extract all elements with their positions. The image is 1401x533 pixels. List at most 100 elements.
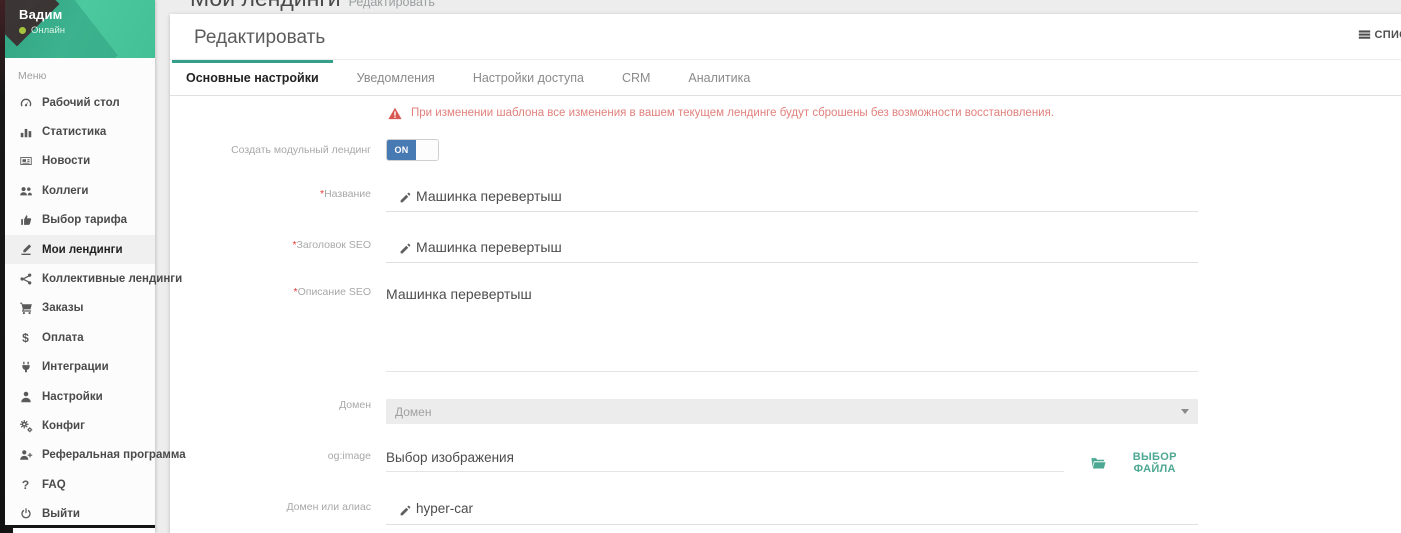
chevron-down-icon — [1181, 409, 1189, 414]
tab-label: Основные настройки — [186, 71, 319, 85]
sidebar-item-label: Статистика — [42, 126, 106, 138]
window-edge — [0, 0, 5, 533]
seo-description-textarea[interactable]: Машинка перевертыш — [386, 286, 1198, 372]
field-label: *Описание SEO — [170, 286, 378, 372]
newspaper-icon — [18, 154, 33, 169]
profile-status: Онлайн — [19, 25, 65, 36]
field-label: og:image — [170, 450, 378, 472]
sidebar-item-integrations[interactable]: Интеграции — [5, 353, 155, 382]
sidebar-item-payment[interactable]: $ Оплата — [5, 323, 155, 352]
warning-icon — [388, 107, 402, 120]
card-title: Редактировать — [194, 27, 325, 49]
question-icon: ? — [18, 478, 33, 492]
edit-landing-icon — [18, 242, 33, 257]
sidebar-item-label: Заказы — [42, 302, 83, 314]
seo-title-row: *Заголовок SEO Машинка перевертыш — [170, 239, 1401, 263]
folder-icon — [1091, 457, 1106, 470]
tab-crm[interactable]: CRM — [608, 60, 664, 95]
tab-label: Аналитика — [688, 71, 750, 85]
pencil-icon — [399, 504, 412, 517]
cart-icon — [18, 301, 33, 316]
user-icon — [18, 389, 33, 404]
breadcrumb: Мои лендингиРедактировать — [190, 0, 435, 12]
sidebar-item-dashboard[interactable]: Рабочий стол — [5, 88, 155, 117]
field-label: *Заголовок SEO — [170, 239, 378, 263]
sidebar-item-label: Мои лендинги — [42, 244, 123, 256]
sidebar-item-label: Коллеги — [42, 185, 88, 197]
tab-label: Уведомления — [357, 71, 435, 85]
sidebar-footer — [5, 525, 155, 533]
sidebar-item-collective-landings[interactable]: Коллективные лендинги — [5, 264, 155, 293]
profile-name: Вадим — [19, 7, 62, 22]
alias-row: Домен или алиас hyper-car — [170, 501, 1401, 525]
name-row: *Название Машинка перевертыш — [170, 188, 1401, 212]
sidebar-item-label: Реферальная программа — [42, 449, 186, 461]
sidebar-item-label: Конфиг — [42, 420, 85, 432]
tab-notifications[interactable]: Уведомления — [343, 60, 449, 95]
name-input[interactable]: Машинка перевертыш — [386, 188, 1198, 212]
toggle-knob — [416, 140, 438, 160]
seo-description-row: *Описание SEO Машинка перевертыш — [170, 286, 1401, 372]
field-label: Домен — [170, 399, 378, 424]
sidebar-item-news[interactable]: Новости — [5, 147, 155, 176]
sidebar-item-label: Выбор тарифа — [42, 214, 127, 226]
plug-icon — [18, 360, 33, 375]
dashboard-icon — [18, 95, 33, 110]
list-button[interactable]: СПИСОК — [1358, 28, 1401, 41]
sidebar-item-label: Выйти — [42, 508, 80, 520]
sidebar-item-colleagues[interactable]: Коллеги — [5, 176, 155, 205]
choose-file-button[interactable]: ВЫБОР ФАЙЛА — [1091, 451, 1198, 475]
sidebar-item-orders[interactable]: Заказы — [5, 294, 155, 323]
dollar-icon: $ — [18, 331, 33, 345]
share-icon — [18, 272, 33, 287]
main-area: Мои лендингиРедактировать Редактировать … — [155, 0, 1401, 533]
warning-text: При изменении шаблона все изменения в ва… — [411, 107, 1054, 119]
modular-landing-toggle[interactable]: ON — [386, 139, 439, 161]
tab-analytics[interactable]: Аналитика — [674, 60, 764, 95]
menu-section-label: Меню — [18, 70, 155, 82]
sidebar-item-config[interactable]: Конфиг — [5, 411, 155, 440]
modular-landing-row: Создать модульный лендинг ON — [170, 139, 1401, 161]
online-dot-icon — [19, 27, 26, 34]
profile-status-label: Онлайн — [31, 25, 65, 36]
domain-row: Домен Домен — [170, 399, 1401, 424]
list-button-label: СПИСОК — [1375, 29, 1401, 41]
form-content: При изменении шаблона все изменения в ва… — [170, 96, 1401, 525]
field-label: Создать модульный лендинг — [170, 144, 378, 157]
pencil-icon — [399, 242, 412, 255]
sidebar-item-faq[interactable]: ? FAQ — [5, 470, 155, 499]
sidebar-item-label: Коллективные лендинги — [42, 273, 182, 285]
power-icon — [18, 507, 33, 522]
alias-input[interactable]: hyper-car — [386, 501, 1198, 525]
sidebar-item-label: Оплата — [42, 332, 84, 344]
sidebar-item-referral[interactable]: Реферальная программа — [5, 441, 155, 470]
editor-card: Редактировать СПИСОК Основные настройки … — [170, 14, 1401, 533]
sidebar-item-label: FAQ — [42, 479, 66, 491]
sidebar-item-tariff[interactable]: Выбор тарифа — [5, 206, 155, 235]
og-image-input[interactable]: Выбор изображения — [386, 450, 1064, 472]
warning-banner: При изменении шаблона все изменения в ва… — [388, 104, 1401, 122]
tab-main-settings[interactable]: Основные настройки — [172, 60, 333, 95]
page-subtitle: Редактировать — [349, 0, 435, 9]
sidebar-item-statistics[interactable]: Статистика — [5, 117, 155, 146]
sidebar-item-label: Рабочий стол — [42, 97, 120, 109]
pencil-icon — [399, 191, 412, 204]
sidebar-item-label: Новости — [42, 155, 90, 167]
sidebar-menu: Рабочий стол Статистика Новости Коллеги … — [5, 88, 155, 529]
list-icon — [1358, 28, 1371, 41]
card-header: Редактировать СПИСОК — [170, 14, 1401, 60]
seo-title-input[interactable]: Машинка перевертыш — [386, 239, 1198, 263]
choose-file-label: ВЫБОР ФАЙЛА — [1112, 451, 1199, 475]
sidebar-item-my-landings[interactable]: Мои лендинги — [5, 235, 155, 264]
tab-label: Настройки доступа — [473, 71, 584, 85]
field-label: Домен или алиас — [170, 501, 378, 525]
sidebar-footer-panel — [13, 528, 155, 533]
profile-header[interactable]: Вадим Онлайн — [5, 0, 155, 58]
tab-access-settings[interactable]: Настройки доступа — [459, 60, 598, 95]
domain-select-value: Домен — [395, 405, 432, 419]
sidebar: Вадим Онлайн Меню Рабочий стол Статистик… — [5, 0, 155, 533]
user-plus-icon — [18, 448, 33, 463]
tab-bar: Основные настройки Уведомления Настройки… — [170, 60, 1401, 96]
domain-select[interactable]: Домен — [386, 399, 1198, 424]
sidebar-item-settings[interactable]: Настройки — [5, 382, 155, 411]
